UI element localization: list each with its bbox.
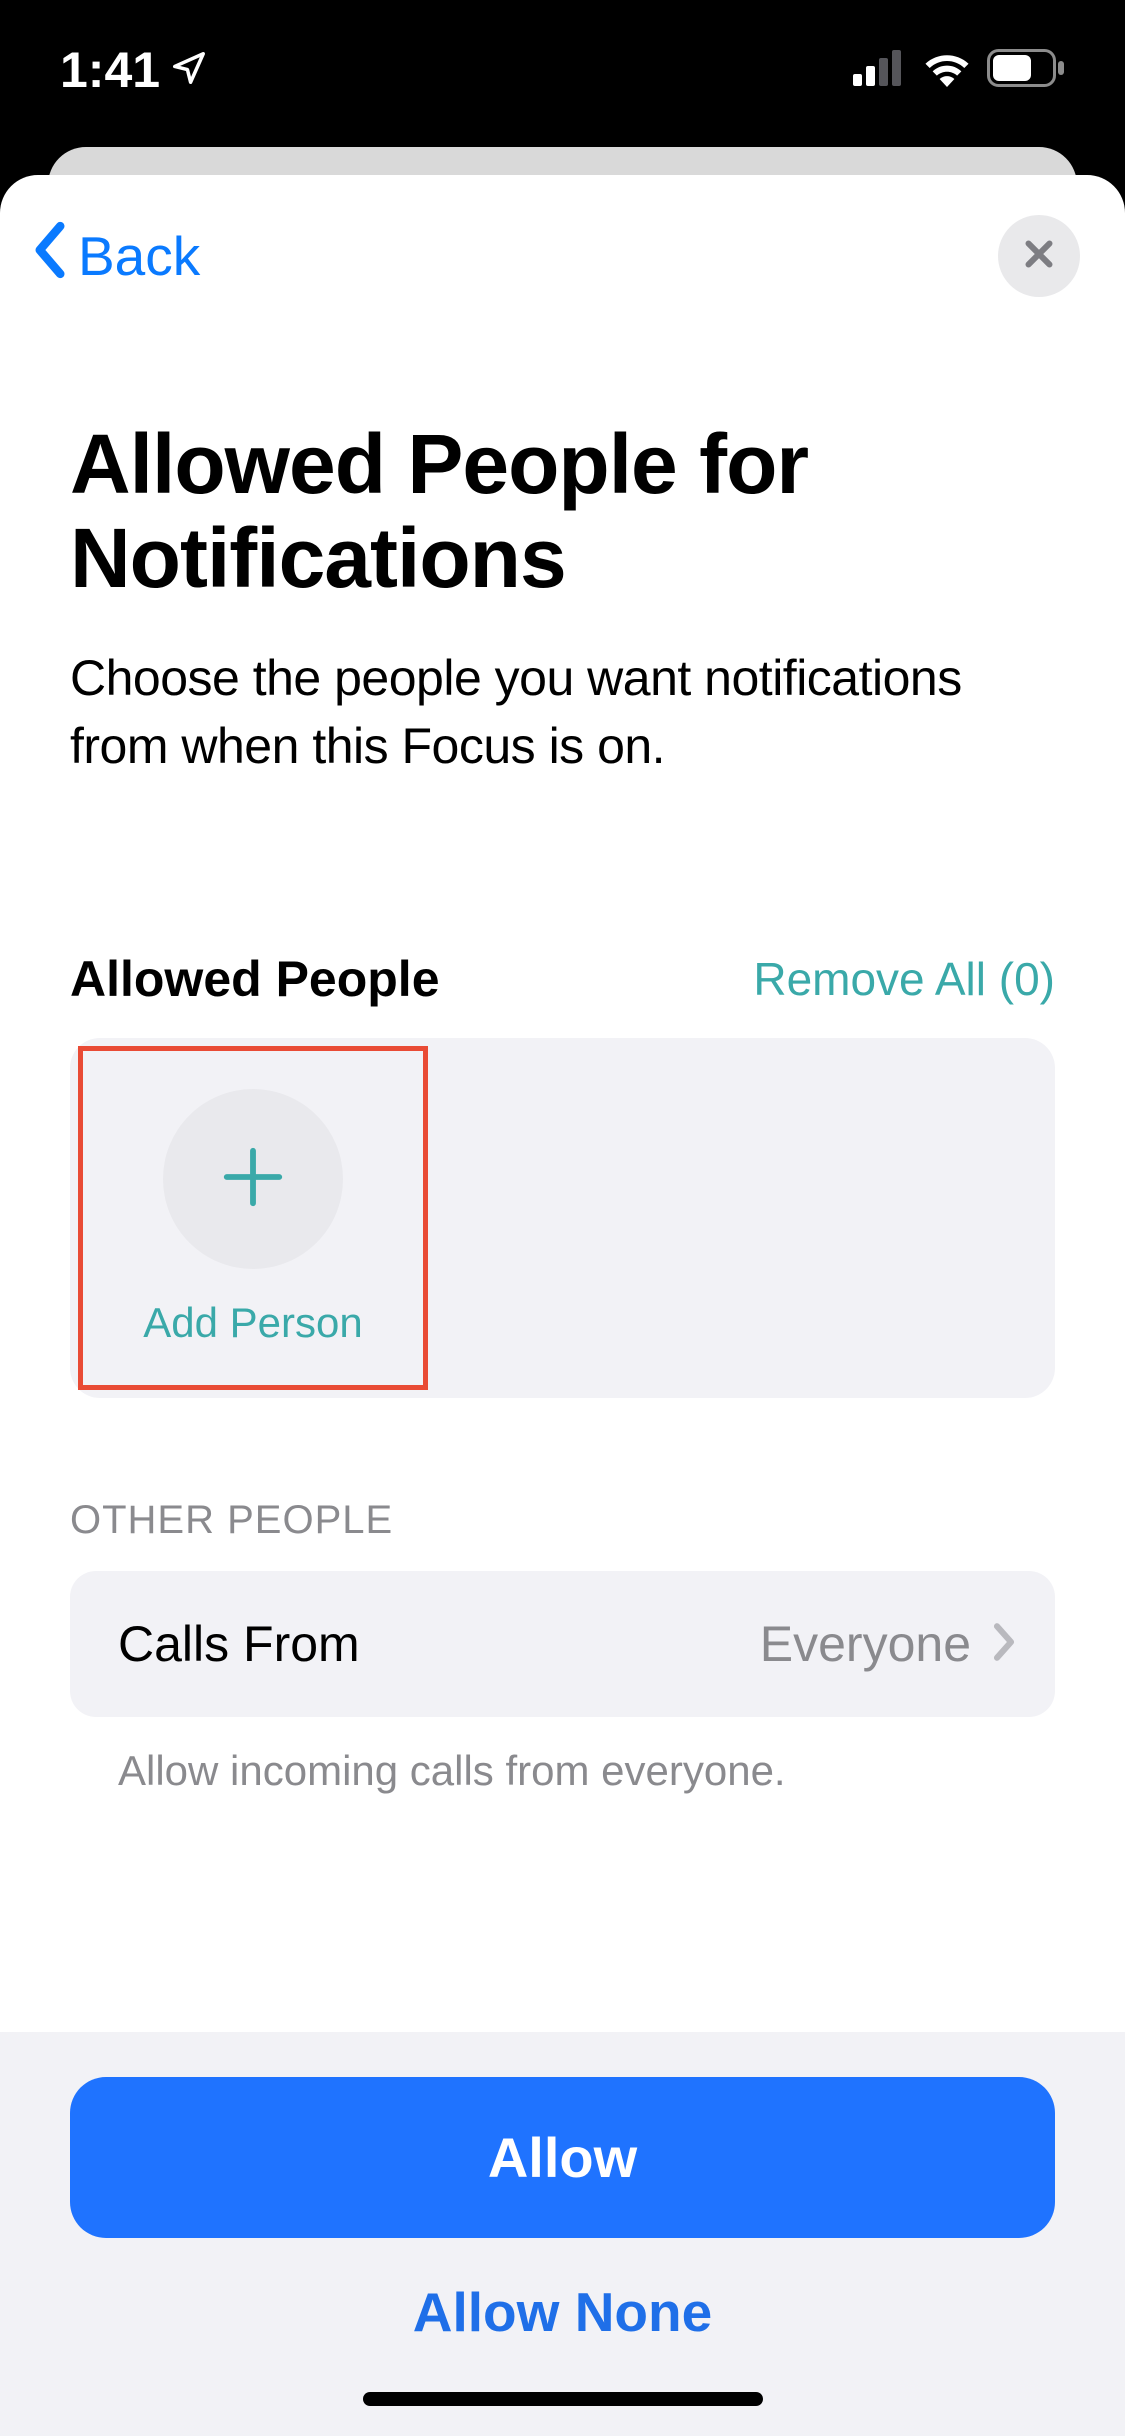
- bottom-action-bar: Allow Allow None: [0, 2032, 1125, 2436]
- allowed-people-container: Add Person: [70, 1038, 1055, 1398]
- cellular-icon: [853, 50, 907, 91]
- plus-circle: [163, 1089, 343, 1269]
- allowed-people-heading: Allowed People: [70, 950, 440, 1008]
- allow-button[interactable]: Allow: [70, 2077, 1055, 2238]
- plus-icon: [218, 1142, 288, 1217]
- status-time: 1:41: [60, 41, 160, 99]
- remove-all-button[interactable]: Remove All (0): [753, 952, 1055, 1006]
- page-subtitle: Choose the people you want notifications…: [70, 645, 1055, 780]
- add-person-label: Add Person: [143, 1299, 362, 1347]
- other-people-heading: OTHER PEOPLE: [70, 1498, 1055, 1543]
- calls-from-footer: Allow incoming calls from everyone.: [70, 1747, 1055, 1795]
- back-label: Back: [78, 224, 200, 288]
- chevron-left-icon: [30, 221, 70, 292]
- back-button[interactable]: Back: [30, 221, 200, 292]
- calls-from-value: Everyone: [760, 1615, 971, 1673]
- allow-none-button[interactable]: Allow None: [70, 2238, 1055, 2392]
- page-title: Allowed People for Notifications: [70, 417, 1055, 605]
- calls-from-row[interactable]: Calls From Everyone: [70, 1571, 1055, 1717]
- battery-icon: [987, 49, 1065, 92]
- add-person-button[interactable]: Add Person: [78, 1046, 428, 1390]
- calls-from-label: Calls From: [118, 1615, 760, 1673]
- modal-sheet: Back Allowed People for Notifications Ch…: [0, 175, 1125, 2436]
- location-icon: [170, 41, 208, 99]
- close-icon: [1021, 236, 1057, 277]
- home-indicator[interactable]: [363, 2392, 763, 2406]
- wifi-icon: [921, 49, 973, 92]
- close-button[interactable]: [998, 215, 1080, 297]
- chevron-right-icon: [991, 1621, 1017, 1668]
- status-bar: 1:41: [0, 0, 1125, 140]
